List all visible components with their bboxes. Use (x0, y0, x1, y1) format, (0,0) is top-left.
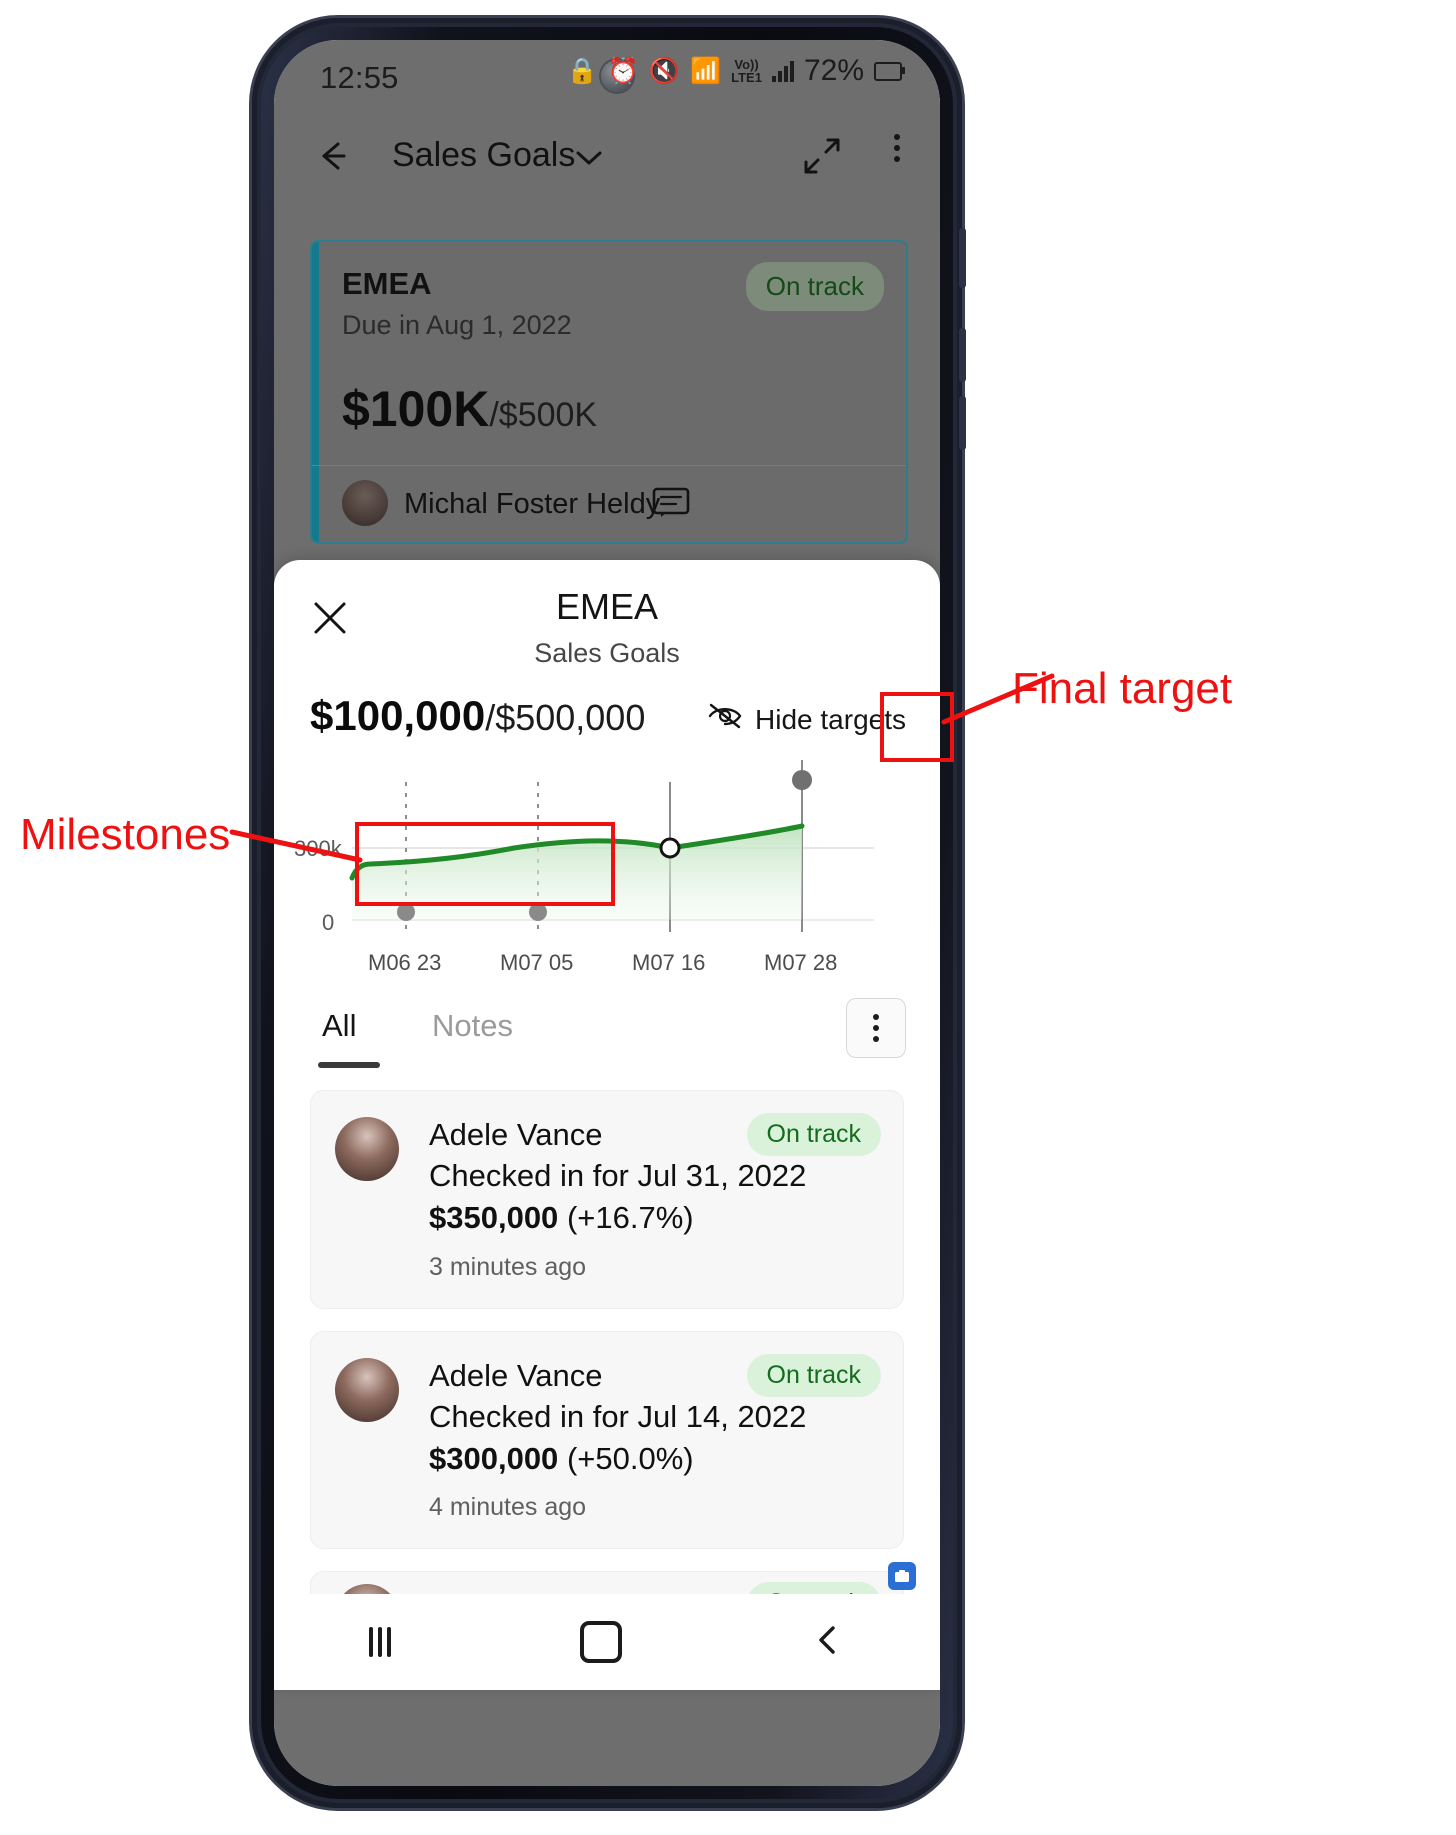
goal-detail-bottom-sheet: EMEA Sales Goals $100,000/$500,000 Hide … (274, 560, 940, 1690)
x-tick-2: M07 05 (500, 950, 574, 975)
goal-card[interactable]: EMEA Due in Aug 1, 2022 On track $100K/$… (310, 240, 908, 544)
goal-card-amount: $100K/$500K (342, 380, 597, 438)
hide-targets-button[interactable]: Hide targets (707, 702, 906, 737)
sheet-title: EMEA (555, 586, 659, 627)
briefcase-badge-icon (888, 1562, 916, 1590)
comment-icon[interactable] (652, 486, 690, 525)
volume-up-button[interactable] (959, 328, 966, 382)
activity-amount: $300,000 (429, 1440, 559, 1476)
system-nav-bar (274, 1594, 940, 1690)
activity-delta: (+16.7%) (566, 1199, 694, 1235)
chevron-down-icon[interactable] (574, 148, 604, 173)
activity-list[interactable]: On track Adele Vance Checked in for Jul … (274, 1090, 940, 1665)
annotation-box-milestones (355, 822, 615, 906)
x-tick-4: M07 28 (764, 950, 838, 975)
status-time: 12:55 (320, 60, 399, 95)
checkin-point-marker (659, 837, 681, 859)
tab-active-indicator (318, 1062, 380, 1068)
activity-delta: (+50.0%) (566, 1440, 694, 1476)
list-item[interactable]: On track Adele Vance Checked in for Jul … (310, 1090, 904, 1309)
more-vertical-icon[interactable] (846, 998, 906, 1058)
alarm-icon: ⏰ (607, 56, 639, 85)
activity-checkin-text: Checked in for Jul 31, 2022 (429, 1158, 807, 1193)
volume-down-button[interactable] (959, 396, 966, 450)
signal-bars-icon (771, 60, 794, 82)
y-axis-tick-0: 0 (322, 910, 335, 935)
activity-description: Checked in for Jul 31, 2022 $350,000 (+1… (429, 1155, 877, 1239)
avatar (335, 1117, 399, 1181)
battery-icon (874, 61, 905, 81)
sheet-amount: $100,000/$500,000 (310, 692, 645, 740)
x-tick-1: M06 23 (368, 950, 442, 975)
avatar (342, 480, 388, 526)
more-vertical-icon[interactable] (894, 134, 900, 162)
app-bar-title[interactable]: Sales Goals (392, 136, 575, 175)
goal-card-owner: Michal Foster Heldy (404, 488, 661, 520)
list-item[interactable]: On track Adele Vance Checked in for Jul … (310, 1330, 904, 1550)
goal-card-status-badge: On track (745, 262, 884, 311)
expand-diagonal-icon[interactable] (800, 134, 844, 183)
activity-checkin-text: Checked in for Jul 14, 2022 (429, 1398, 807, 1434)
tab-all[interactable]: All (322, 1008, 356, 1044)
annotation-leader-milestones (229, 829, 363, 863)
annotation-label-milestones: Milestones (20, 810, 231, 859)
mute-vibrate-icon: 🔇 (648, 56, 680, 85)
tab-notes[interactable]: Notes (432, 1008, 513, 1044)
battery-percent: 72% (803, 54, 864, 87)
activity-description: Checked in for Jul 14, 2022 $300,000 (+5… (429, 1396, 877, 1480)
volte-indicator: Vo)) LTE1 (731, 58, 762, 85)
status-icons: 🔒 ⏰ 🔇 📶 Vo)) LTE1 72% (566, 54, 905, 88)
avatar (335, 1357, 399, 1422)
lock-icon: 🔒 (566, 56, 598, 85)
volte-bottom-label: LTE1 (731, 70, 762, 85)
status-badge: On track (746, 1113, 881, 1156)
goal-card-due: Due in Aug 1, 2022 (342, 310, 572, 340)
phone-screen: 12:55 🔒 ⏰ 🔇 📶 Vo)) LTE1 72% Sales Goals … (274, 40, 940, 1786)
x-tick-3: M07 16 (632, 950, 706, 975)
activity-timestamp: 4 minutes ago (429, 1493, 587, 1522)
status-badge: On track (746, 1353, 881, 1397)
goal-card-title: EMEA (342, 266, 432, 301)
x-axis-labels: M06 23 M07 05 M07 16 M07 28 (274, 950, 940, 990)
activity-amount: $350,000 (429, 1199, 559, 1235)
eye-off-icon (707, 702, 743, 737)
recents-icon[interactable] (368, 1627, 391, 1657)
back-arrow-icon[interactable] (310, 134, 354, 178)
app-bar: Sales Goals (274, 112, 940, 204)
activity-timestamp: 3 minutes ago (429, 1252, 587, 1281)
phone-device-frame: 12:55 🔒 ⏰ 🔇 📶 Vo)) LTE1 72% Sales Goals … (252, 18, 966, 1808)
power-button[interactable] (959, 228, 966, 288)
goal-card-target: /$500K (489, 396, 598, 434)
home-icon[interactable] (579, 1621, 622, 1663)
annotation-label-final-target: Final target (1012, 664, 1233, 713)
status-bar: 12:55 🔒 ⏰ 🔇 📶 Vo)) LTE1 72% (274, 40, 940, 112)
sheet-target-amount: /$500,000 (485, 697, 646, 738)
back-chevron-icon[interactable] (811, 1623, 845, 1662)
sheet-current-amount: $100,000 (310, 692, 486, 739)
goal-card-current: $100K (342, 381, 490, 437)
goal-card-footer: Michal Foster Heldy (312, 465, 906, 542)
wifi-icon: 📶 (689, 56, 722, 85)
activity-tabs: All Notes (274, 998, 940, 1080)
sheet-subtitle: Sales Goals (534, 638, 680, 668)
final-target-marker (792, 770, 812, 790)
